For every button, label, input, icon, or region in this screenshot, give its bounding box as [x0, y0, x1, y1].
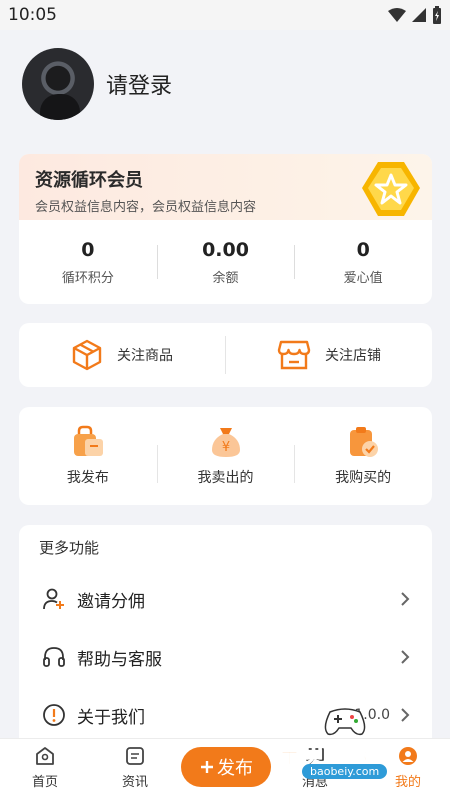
member-title: 资源循环会员: [35, 170, 143, 191]
stat-points-label: 循环积分: [61, 270, 114, 286]
member-star-badge-icon: [362, 162, 420, 216]
member-description: 会员权益信息内容，会员权益信息内容: [35, 200, 257, 215]
shopping-bag-icon: [73, 425, 103, 456]
tab-home[interactable]: 首页: [20, 745, 70, 790]
stat-points-value: 0: [81, 238, 95, 261]
publish-button[interactable]: 发布: [181, 747, 271, 787]
message-icon: [306, 748, 324, 765]
follow-shop-label: 关注店铺: [325, 348, 381, 364]
follow-goods-label: 关注商品: [117, 348, 173, 364]
wifi-icon: [388, 8, 406, 22]
menu-invite-label: 邀请分佣: [77, 591, 145, 612]
member-card[interactable]: 资源循环会员 会员权益信息内容，会员权益信息内容 0 循环积分 0.00 余额 …: [19, 154, 432, 304]
my-bought-button[interactable]: 我购买的: [294, 425, 432, 487]
tab-messages-label: 消息: [301, 775, 328, 790]
box-icon: [72, 339, 102, 371]
member-stats: 0 循环积分 0.00 余额 0 爱心值: [19, 220, 432, 304]
headset-icon: [41, 644, 67, 670]
tab-mine[interactable]: 我的: [383, 745, 433, 790]
tab-news-label: 资讯: [121, 775, 148, 790]
stat-balance-label: 余额: [212, 270, 239, 286]
my-sold-label: 我卖出的: [197, 470, 254, 486]
stat-love-label: 爱心值: [343, 270, 383, 286]
my-published-button[interactable]: 我发布: [19, 425, 157, 487]
member-banner[interactable]: 资源循环会员 会员权益信息内容，会员权益信息内容: [19, 154, 432, 220]
stat-balance[interactable]: 0.00 余额: [156, 238, 295, 286]
clipboard-check-icon: [350, 427, 379, 457]
status-time: 10:05: [8, 5, 57, 25]
signal-icon: [412, 8, 426, 22]
stat-points[interactable]: 0 循环积分: [19, 239, 157, 286]
publish-button-label: 发布: [217, 758, 253, 779]
bottom-tab-bar: 首页 资讯 发布 消息 我的: [0, 738, 450, 800]
tab-home-label: 首页: [31, 775, 58, 790]
status-icons: [388, 6, 442, 24]
battery-icon: [433, 6, 441, 24]
user-icon: [399, 747, 417, 765]
menu-about-label: 关于我们: [77, 707, 145, 728]
news-icon: [126, 747, 144, 765]
money-bag-icon: ¥: [211, 428, 240, 457]
more-functions-title: 更多功能: [39, 539, 100, 557]
follow-card: 关注商品 关注店铺: [19, 323, 432, 387]
profile-header[interactable]: 请登录: [22, 48, 172, 120]
tab-news[interactable]: 资讯: [110, 745, 160, 790]
info-icon: [41, 702, 67, 728]
status-bar: 10:05: [0, 0, 450, 30]
app-version: 1.0.0: [354, 707, 390, 723]
tab-messages[interactable]: 消息: [290, 745, 340, 790]
stat-love[interactable]: 0 爱心值: [294, 239, 432, 286]
follow-shop-button[interactable]: 关注店铺: [226, 339, 432, 371]
chevron-right-icon: [401, 592, 410, 606]
orders-card: 我发布 ¥ 我卖出的 我购买的: [19, 407, 432, 505]
chevron-right-icon: [401, 650, 410, 664]
tab-mine-label: 我的: [394, 775, 421, 790]
menu-invite[interactable]: 邀请分佣: [19, 577, 432, 621]
more-functions-card: 更多功能 邀请分佣 帮助与客服 关于我们 1.0.0: [19, 525, 432, 745]
menu-help[interactable]: 帮助与客服: [19, 635, 432, 679]
my-published-label: 我发布: [66, 470, 109, 486]
avatar[interactable]: [22, 48, 94, 120]
plus-icon: [201, 761, 213, 773]
stat-balance-value: 0.00: [202, 238, 249, 261]
menu-help-label: 帮助与客服: [77, 649, 162, 670]
stat-love-value: 0: [356, 238, 370, 261]
follow-goods-button[interactable]: 关注商品: [19, 339, 225, 371]
svg-text:¥: ¥: [221, 440, 229, 455]
home-icon: [36, 747, 54, 765]
menu-about[interactable]: 关于我们 1.0.0: [19, 693, 432, 737]
my-sold-button[interactable]: ¥ 我卖出的: [156, 425, 295, 487]
invite-user-icon: [41, 586, 67, 612]
store-icon: [277, 340, 311, 370]
chevron-right-icon: [401, 708, 410, 722]
my-bought-label: 我购买的: [335, 470, 392, 486]
login-link[interactable]: 请登录: [106, 68, 172, 100]
